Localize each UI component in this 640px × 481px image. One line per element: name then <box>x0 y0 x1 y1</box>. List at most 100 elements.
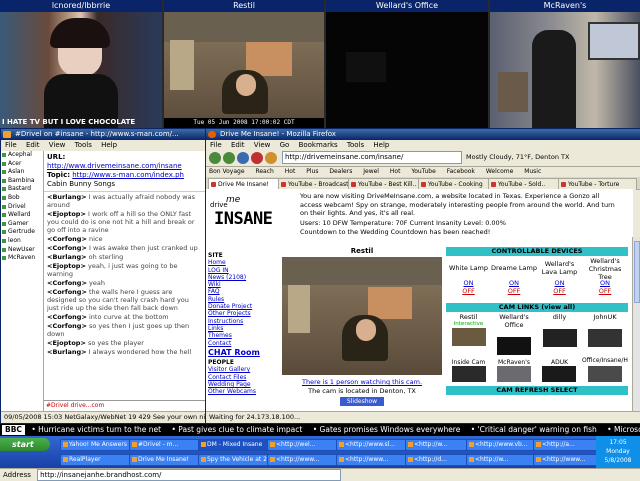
cam-4-window[interactable]: McRaven's <box>490 0 640 128</box>
bookmark-item[interactable]: Plus <box>306 168 318 175</box>
stop-icon[interactable] <box>251 152 263 164</box>
nav-link[interactable]: Donate Project <box>208 303 266 310</box>
nav-link[interactable]: LOG IN <box>208 267 266 274</box>
cam-link-restil[interactable]: Restil Interactive <box>446 313 491 347</box>
cam-1-window[interactable]: lcnored/lbbrrie I HATE TV BUT I LOVE CHO… <box>0 0 162 128</box>
nav-link[interactable]: Home <box>208 259 266 266</box>
chat-menu-tools[interactable]: Tools <box>75 141 92 149</box>
taskbar-button[interactable]: #Drivel - m... <box>129 439 205 451</box>
chat-menu-help[interactable]: Help <box>101 141 117 149</box>
device-on-button[interactable]: ON <box>582 279 628 287</box>
taskbar-button[interactable]: Yahoo! Me Answers - I.. <box>60 439 136 451</box>
reload-icon[interactable] <box>237 152 249 164</box>
cam-refresh-header[interactable]: CAM REFRESH SELECT <box>446 386 628 395</box>
cam-link-johnuk[interactable]: JohnUK <box>582 313 628 348</box>
nav-link[interactable]: Instructions <box>208 318 266 325</box>
bookmark-item[interactable]: Hot <box>390 168 401 175</box>
cam-link-wellard[interactable]: Wellard's Office <box>491 313 537 356</box>
cam-thumbnail[interactable] <box>542 366 576 382</box>
bookmark-item[interactable]: YouTube <box>411 168 435 175</box>
nav-link[interactable]: News (2108) <box>208 274 266 281</box>
cam-2-window[interactable]: Restil Tue 05 Jun 2008 17:00:02 CDT <box>164 0 324 128</box>
cam-thumbnail[interactable] <box>451 328 486 346</box>
cam-3-window[interactable]: Wellard's Office <box>326 0 488 128</box>
clock-time[interactable]: 17:05 <box>596 438 640 447</box>
device-off-button[interactable]: OFF <box>537 287 582 295</box>
device-off-button[interactable]: OFF <box>446 287 491 295</box>
bookmark-item[interactable]: Dealers <box>329 168 352 175</box>
nav-link[interactable]: Rules <box>208 296 266 303</box>
user-list-item[interactable]: McRaven <box>1 254 43 263</box>
ticker-item[interactable]: Hurricane victims turn to the net <box>31 425 161 434</box>
web-page[interactable]: drive me INSANE You are now visiting Dri… <box>206 189 633 412</box>
start-button[interactable]: start <box>0 438 50 451</box>
chat-messages[interactable]: URL: http://www.drivemeinsane.com/insane… <box>44 151 205 411</box>
address-input[interactable]: http://insanejanhe.brandhost.com/ <box>37 469 342 481</box>
news-ticker[interactable]: BBC Hurricane victims turn to the net Pa… <box>0 424 640 436</box>
chat-window[interactable]: #Drivel on #insane - http://www.s-man.co… <box>0 128 206 424</box>
device-off-button[interactable]: OFF <box>491 287 537 295</box>
user-list-item[interactable]: Wellard <box>1 211 43 220</box>
chat-url-link[interactable]: http://www.drivemeinsane.com/insane <box>47 162 182 170</box>
bookmark-item[interactable]: Reach <box>255 168 273 175</box>
chat-menu-file[interactable]: File <box>5 141 17 149</box>
home-icon[interactable] <box>265 152 277 164</box>
taskbar-button[interactable]: DM - Mixed Insane <box>198 439 274 451</box>
taskbar-button[interactable]: <http://a... <box>533 439 601 451</box>
cam-link-label[interactable]: McRaven's <box>491 359 537 366</box>
nav-link[interactable]: Wiki <box>208 281 266 288</box>
cam-thumbnail[interactable] <box>542 329 577 347</box>
taskbar-button[interactable]: <http://w... <box>466 454 540 466</box>
device-on-button[interactable]: ON <box>446 279 491 287</box>
taskbar-button[interactable]: <http://www... <box>533 454 601 466</box>
bookmark-item[interactable]: Jewel <box>363 168 379 175</box>
cam-links-header[interactable]: CAM LINKS (view all) <box>446 303 628 312</box>
user-list-item[interactable]: Acephal <box>1 151 43 160</box>
browser-menu-edit[interactable]: Edit <box>231 141 245 149</box>
nav-chat-room-link[interactable]: CHAT Room <box>208 348 266 356</box>
taskbar-button[interactable]: <http://wel... <box>267 439 343 451</box>
site-logo[interactable]: drive me INSANE <box>208 191 298 243</box>
cam-thumbnail[interactable] <box>452 366 486 382</box>
bookmark-item[interactable]: Hot <box>285 168 296 175</box>
taskbar-button[interactable]: RealPlayer <box>60 454 136 466</box>
user-list-item[interactable]: Bastard <box>1 185 43 194</box>
cam-link-label[interactable]: Inside Cam <box>446 359 491 366</box>
taskbar-button[interactable]: <http://d... <box>405 454 473 466</box>
taskbar-button[interactable]: <http://www.sl... <box>336 439 412 451</box>
nav-link[interactable]: FAQ <box>208 288 266 295</box>
taskbar-button[interactable]: <http://www... <box>267 454 343 466</box>
main-cam-image[interactable] <box>282 257 442 375</box>
browser-titlebar[interactable]: Drive Me Insane! - Mozilla Firefox <box>206 129 640 140</box>
user-list-item[interactable]: Acer <box>1 160 43 169</box>
ticker-item[interactable]: Gates promises Windows everywhere <box>313 425 461 434</box>
browser-scrollbar[interactable] <box>632 237 640 412</box>
chat-menu-edit[interactable]: Edit <box>26 141 40 149</box>
chat-menu-view[interactable]: View <box>49 141 66 149</box>
cam-thumbnail[interactable] <box>588 329 622 347</box>
back-icon[interactable] <box>209 152 221 164</box>
browser-menu-tools[interactable]: Tools <box>347 141 364 149</box>
slideshow-button[interactable]: Slideshow <box>340 397 384 406</box>
scrollbar-thumb[interactable] <box>634 241 640 303</box>
ticker-item[interactable]: 'Critical danger' warning on fish <box>471 425 597 434</box>
user-list-item[interactable]: Drivel <box>1 203 43 212</box>
nav-link[interactable]: Contact Files <box>208 374 266 381</box>
cam-link-label[interactable]: ADUK <box>537 359 582 366</box>
browser-menu-go[interactable]: Go <box>280 141 290 149</box>
browser-window[interactable]: Drive Me Insane! - Mozilla Firefox File … <box>205 128 640 424</box>
browser-url-field[interactable]: http://drivemeinsane.com/insane/ <box>282 151 462 164</box>
nav-link[interactable]: Contact <box>208 340 266 347</box>
device-off-button[interactable]: OFF <box>582 287 628 295</box>
browser-menu-help[interactable]: Help <box>373 141 389 149</box>
cam-thumbnail[interactable] <box>588 366 622 382</box>
device-on-button[interactable]: ON <box>491 279 537 287</box>
bookmark-item[interactable]: Facebook <box>447 168 475 175</box>
cam-link-label[interactable]: Office/Insane/Home <box>582 357 628 364</box>
user-list-item[interactable]: Gamer <box>1 220 43 229</box>
device-on-button[interactable]: ON <box>537 279 582 287</box>
chat-topic-link[interactable]: http://www.s-man.com/index.ph <box>72 171 184 179</box>
cam-thumbnail[interactable] <box>497 337 531 355</box>
user-list-item[interactable]: Aslan <box>1 168 43 177</box>
nav-link[interactable]: Other Webcams <box>208 388 266 395</box>
